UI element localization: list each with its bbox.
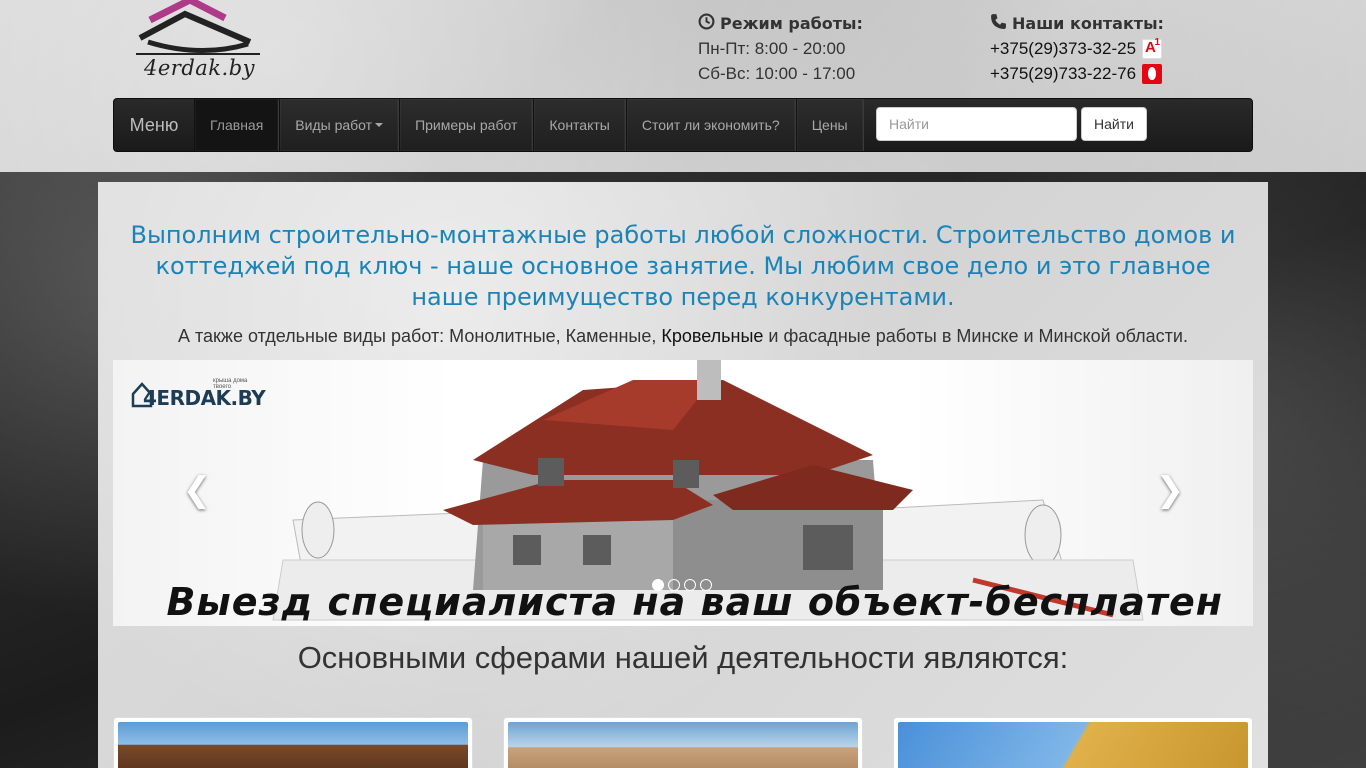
nav-item-home[interactable]: Главная	[194, 99, 280, 151]
site-logo[interactable]: 4erdak.by	[130, 0, 262, 86]
service-card-3[interactable]	[893, 717, 1253, 768]
main-headline: Выполним строительно-монтажные работы лю…	[130, 221, 1236, 311]
service-card-image	[898, 722, 1248, 768]
carousel-prev-icon[interactable]: ❮	[177, 470, 217, 510]
contacts: Наши контакты: +375(29)373-32-25 +375(29…	[990, 12, 1164, 84]
contacts-title: Наши контакты:	[990, 12, 1164, 34]
service-card-1[interactable]	[113, 717, 473, 768]
nav-item-prices[interactable]: Цены	[795, 99, 864, 151]
hours-weekdays: Пн-Пт: 8:00 - 20:00	[698, 38, 846, 58]
nav-item-work-examples[interactable]: Примеры работ	[399, 99, 534, 151]
phone-a1[interactable]: +375(29)373-32-25	[990, 37, 1164, 59]
carousel-next-icon[interactable]: ❯	[1150, 470, 1190, 510]
service-card-2[interactable]	[503, 717, 863, 768]
nav-item-work-types[interactable]: Виды работ	[279, 99, 400, 151]
nav-item-contacts[interactable]: Контакты	[533, 99, 626, 151]
clock-icon	[698, 13, 715, 34]
logo-text: 4erdak.by	[144, 56, 255, 80]
working-hours: Режим работы: Пн-Пт: 8:00 - 20:00 Сб-Вс:…	[698, 12, 863, 84]
slide-logo: 4ERDAK.BY крыша дома твоего	[131, 378, 266, 410]
sub-headline: А также отдельные виды работ: Монолитные…	[178, 326, 1188, 346]
slide-caption: Выезд специалиста на ваш объект-бесплате…	[166, 580, 1223, 624]
menu-brand[interactable]: Меню	[114, 99, 194, 151]
phone-icon	[990, 13, 1007, 34]
caret-down-icon	[375, 123, 384, 127]
a1-operator-icon	[1142, 37, 1163, 59]
mts-operator-icon	[1142, 63, 1163, 84]
service-card-image	[508, 722, 858, 768]
phone-mts[interactable]: +375(29)733-22-76	[990, 63, 1164, 84]
service-card-image	[118, 722, 468, 768]
search-input[interactable]	[876, 107, 1077, 141]
roofing-link[interactable]: Кровельные	[661, 326, 763, 346]
hours-weekend: Сб-Вс: 10:00 - 17:00	[698, 63, 856, 83]
hero-carousel: 4ERDAK.BY крыша дома твоего ❮ ❯ Выезд сп…	[113, 360, 1253, 626]
section-title: Основными сферами нашей деятельности явл…	[297, 640, 1069, 675]
nav-item-worth-saving[interactable]: Стоит ли экономить?	[625, 99, 796, 151]
working-hours-title: Режим работы:	[698, 12, 863, 34]
search-button[interactable]: Найти	[1081, 107, 1147, 141]
